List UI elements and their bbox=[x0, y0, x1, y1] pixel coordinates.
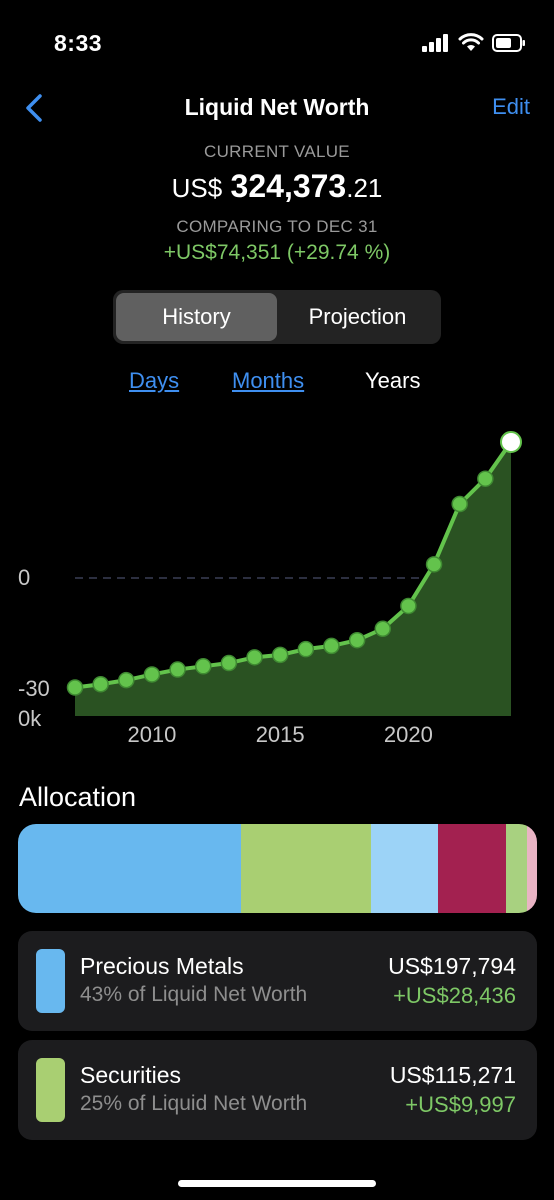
history-projection-toggle: History Projection bbox=[113, 290, 441, 344]
asset-change: +US$9,997 bbox=[405, 1092, 516, 1117]
change-value: +US$74,351 (+29.74 %) bbox=[163, 241, 391, 264]
data-point bbox=[220, 654, 238, 672]
period-days[interactable]: Days bbox=[129, 368, 179, 394]
data-point bbox=[271, 646, 289, 664]
wifi-icon bbox=[458, 33, 484, 51]
currency-symbol: US$ bbox=[171, 173, 223, 203]
x-tick-label: 2010 bbox=[127, 722, 176, 747]
comparing-label: COMPARING TO DEC 31 bbox=[176, 217, 378, 236]
data-point bbox=[323, 637, 340, 655]
asset-percentage: 25% of Liquid Net Worth bbox=[80, 1092, 308, 1115]
data-point bbox=[451, 495, 468, 513]
battery-icon bbox=[492, 33, 525, 52]
allocation-segment[interactable] bbox=[241, 824, 371, 913]
asset-name: Securities bbox=[80, 1062, 181, 1088]
x-tick-label: 2020 bbox=[384, 722, 433, 747]
data-point bbox=[143, 666, 161, 683]
navigation-bar: Liquid Net Worth Edit bbox=[0, 84, 554, 132]
period-selector: Days Months Years bbox=[0, 368, 554, 398]
value-summary: CURRENT VALUE US$ 324,373.21 COMPARING T… bbox=[0, 142, 554, 265]
status-time: 8:33 bbox=[54, 30, 103, 56]
data-point bbox=[425, 556, 443, 573]
data-point bbox=[348, 631, 366, 649]
y-tick-label: 0 bbox=[18, 565, 30, 590]
asset-amount: US$115,271 bbox=[389, 1062, 516, 1088]
color-swatch bbox=[36, 1058, 65, 1122]
status-icons bbox=[422, 33, 526, 52]
color-swatch bbox=[36, 949, 65, 1013]
allocation-segment[interactable] bbox=[505, 824, 527, 913]
current-value: US$ 324,373.21 bbox=[0, 168, 554, 205]
allocation-title: Allocation bbox=[19, 782, 137, 812]
history-tab[interactable]: History bbox=[116, 293, 277, 341]
y-tick-label: -30 bbox=[18, 676, 50, 701]
allocation-bar[interactable] bbox=[18, 824, 537, 913]
allocation-card-securities[interactable]: Securities 25% of Liquid Net Worth US$11… bbox=[18, 1040, 537, 1140]
asset-name: Precious Metals bbox=[80, 953, 244, 979]
asset-amount: US$197,794 bbox=[388, 953, 516, 979]
value-decimal: .21 bbox=[346, 173, 383, 203]
projection-tab[interactable]: Projection bbox=[277, 293, 438, 341]
allocation-segment[interactable] bbox=[438, 824, 506, 913]
current-value-label: CURRENT VALUE bbox=[204, 142, 350, 161]
data-point bbox=[400, 597, 417, 615]
current-point bbox=[500, 431, 522, 453]
cellular-signal-icon bbox=[422, 33, 448, 52]
page-title: Liquid Net Worth bbox=[184, 94, 370, 120]
allocation-segment[interactable] bbox=[18, 824, 242, 913]
allocation-card-precious-metals[interactable]: Precious Metals 43% of Liquid Net Worth … bbox=[18, 931, 537, 1031]
home-indicator[interactable] bbox=[178, 1180, 376, 1187]
value-integer: 324,373 bbox=[230, 168, 347, 204]
data-point bbox=[477, 470, 494, 487]
status-bar: 8:33 bbox=[0, 0, 554, 80]
y-tick-label: 0k bbox=[18, 706, 42, 731]
asset-change: +US$28,436 bbox=[393, 983, 516, 1008]
allocation-segment[interactable] bbox=[526, 824, 537, 913]
data-point bbox=[297, 640, 315, 658]
data-point bbox=[246, 649, 263, 666]
data-point bbox=[66, 679, 84, 696]
data-point bbox=[374, 620, 392, 638]
data-point bbox=[169, 661, 186, 678]
x-tick-label: 2015 bbox=[256, 722, 305, 747]
period-years[interactable]: Years bbox=[365, 368, 420, 394]
net-worth-chart[interactable]: 2010 2015 2020 0 -30 0k bbox=[0, 420, 554, 760]
area-fill bbox=[75, 442, 511, 716]
data-point bbox=[92, 675, 109, 693]
period-months[interactable]: Months bbox=[232, 368, 304, 394]
allocation-segment[interactable] bbox=[370, 824, 439, 913]
asset-percentage: 43% of Liquid Net Worth bbox=[80, 983, 308, 1006]
data-point bbox=[118, 671, 135, 689]
data-point bbox=[194, 658, 212, 675]
edit-button[interactable]: Edit bbox=[492, 94, 530, 120]
